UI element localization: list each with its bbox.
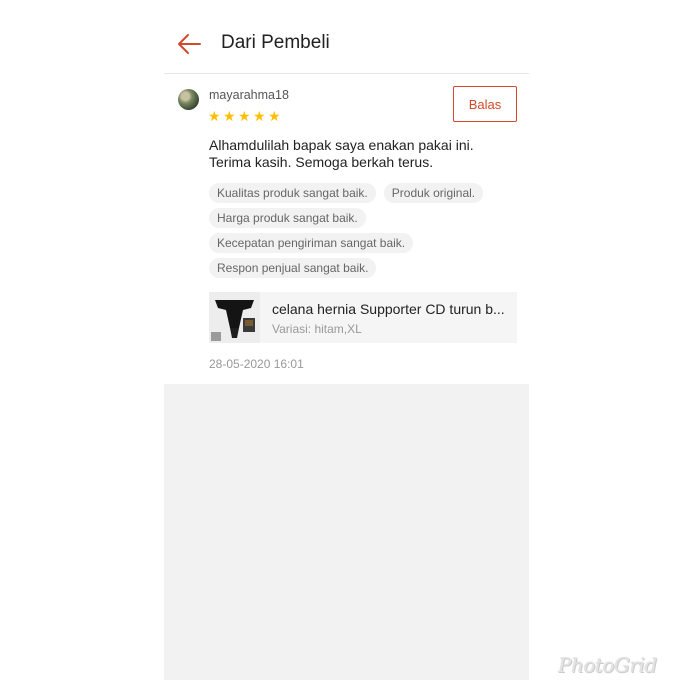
product-card[interactable]: celana hernia Supporter CD turun b... Va… — [209, 292, 517, 343]
page-title: Dari Pembeli — [221, 32, 330, 53]
review-comment-line: Alhamdulilah bapak saya enakan pakai ini… — [209, 137, 474, 153]
app-screen: Dari Pembeli mayarahma18 ★ ★ ★ ★ ★ Balas… — [164, 0, 529, 680]
star-icon: ★ — [253, 108, 266, 124]
product-variant: Variasi: hitam,XL — [272, 322, 362, 336]
avatar — [178, 89, 199, 110]
review-tag: Kecepatan pengiriman sangat baik. — [209, 233, 414, 253]
review-tag: Produk original. — [383, 183, 484, 203]
product-name: celana hernia Supporter CD turun b... — [272, 301, 505, 317]
top-bar: Dari Pembeli — [164, 0, 529, 74]
star-icon: ★ — [223, 108, 236, 124]
back-button[interactable] — [174, 30, 204, 58]
star-icon: ★ — [238, 108, 251, 124]
empty-content-area — [164, 384, 529, 680]
product-thumbnail — [209, 292, 260, 343]
review-timestamp: 28-05-2020 16:01 — [209, 357, 304, 371]
watermark: PhotoGrid — [558, 653, 657, 677]
review-tag: Respon penjual sangat baik. — [209, 258, 377, 278]
reviewer-username: mayarahma18 — [209, 88, 289, 102]
review-tag: Kualitas produk sangat baik. — [209, 183, 376, 203]
review-comment-line: Terima kasih. Semoga berkah terus. — [209, 154, 434, 170]
review-card: mayarahma18 ★ ★ ★ ★ ★ Balas Alhamdulilah… — [164, 74, 529, 384]
review-tags: Kualitas produk sangat baik. Produk orig… — [209, 183, 519, 283]
review-comment: Alhamdulilah bapak saya enakan pakai ini… — [209, 137, 509, 171]
reply-button[interactable]: Balas — [453, 86, 517, 122]
star-icon: ★ — [208, 108, 221, 124]
star-rating: ★ ★ ★ ★ ★ — [208, 109, 282, 123]
arrow-left-icon — [178, 34, 201, 54]
review-tag: Harga produk sangat baik. — [209, 208, 366, 228]
star-icon: ★ — [268, 108, 281, 124]
